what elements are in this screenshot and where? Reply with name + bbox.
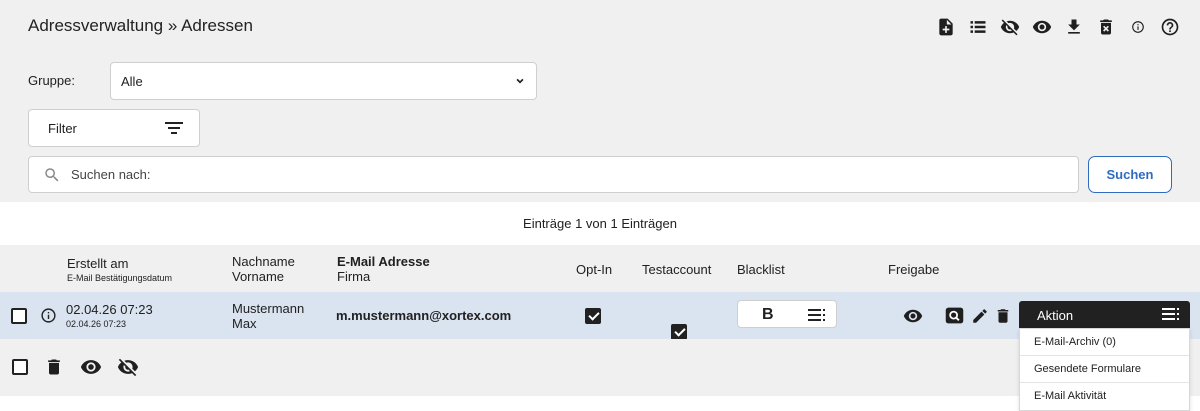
list-icon[interactable]	[966, 15, 990, 39]
menu-list-icon	[1162, 308, 1179, 320]
table-header: Erstellt am E-Mail Bestätigungsdatum Nac…	[0, 245, 1200, 292]
action-dropdown: E-Mail-Archiv (0) Gesendete Formulare E-…	[1019, 328, 1190, 411]
search-button[interactable]: Suchen	[1088, 156, 1172, 193]
delete-icon[interactable]	[1094, 15, 1118, 39]
info-icon[interactable]	[40, 307, 57, 324]
firstname: Max	[232, 316, 257, 331]
edit-icon[interactable]	[970, 306, 990, 326]
testaccount-checkbox[interactable]	[671, 324, 687, 340]
confirmed-date: 02.04.26 07:23	[66, 319, 127, 329]
filter-button-label: Filter	[48, 121, 77, 136]
col-created[interactable]: Erstellt am E-Mail Bestätigungsdatum	[67, 256, 172, 283]
top-panel: Adressverwaltung » Adressen Gruppe: Alle	[0, 0, 1200, 202]
group-select-value: Alle	[121, 74, 143, 89]
download-icon[interactable]	[1062, 15, 1086, 39]
col-created-label: Erstellt am	[67, 256, 129, 271]
bulk-trash-icon[interactable]	[44, 356, 64, 378]
eye-off-icon[interactable]	[998, 15, 1022, 39]
menu-item-email-activity[interactable]: E-Mail Aktivität	[1020, 383, 1189, 410]
cell-created: 02.04.26 07:23 02.04.26 07:23	[66, 303, 153, 331]
bulk-eye-icon[interactable]	[79, 355, 103, 379]
optin-checkbox[interactable]	[585, 308, 601, 324]
info-icon[interactable]	[1126, 15, 1150, 39]
menu-item-email-archive[interactable]: E-Mail-Archiv (0)	[1020, 329, 1189, 356]
cell-name: Mustermann Max	[232, 301, 304, 331]
col-company-label: Firma	[337, 269, 371, 284]
col-blacklist[interactable]: Blacklist	[737, 262, 785, 277]
group-select[interactable]: Alle	[110, 62, 537, 100]
eye-icon[interactable]	[903, 306, 923, 326]
search-input[interactable]	[71, 158, 1061, 191]
toolbar	[934, 15, 1190, 39]
col-freigabe[interactable]: Freigabe	[888, 262, 939, 277]
col-email[interactable]: E-Mail Adresse Firma	[337, 254, 430, 284]
select-all-checkbox[interactable]	[12, 359, 28, 375]
trash-icon[interactable]	[994, 306, 1012, 326]
page-title: Adressverwaltung » Adressen	[28, 16, 253, 35]
email: m.mustermann@xortex.com	[336, 308, 512, 323]
preview-search-icon[interactable]	[944, 305, 965, 326]
row-checkbox[interactable]	[11, 308, 27, 324]
entries-info: Einträge 1 von 1 Einträgen	[523, 216, 677, 231]
col-optin[interactable]: Opt-In	[576, 262, 612, 277]
blacklist-button[interactable]: B	[762, 306, 774, 324]
col-lastname-label: Nachname	[232, 254, 295, 269]
col-created-sub: E-Mail Bestätigungsdatum	[67, 273, 173, 283]
action-menu-label: Aktion	[1037, 308, 1074, 323]
bulk-eye-off-icon[interactable]	[116, 355, 140, 379]
action-menu-button[interactable]: Aktion	[1019, 301, 1190, 329]
lastname: Mustermann	[232, 301, 305, 316]
group-label: Gruppe:	[28, 73, 75, 88]
help-icon[interactable]	[1158, 15, 1182, 39]
blacklist-control[interactable]: B	[737, 300, 837, 328]
filter-icon	[165, 122, 183, 134]
col-name[interactable]: Nachname Vorname	[232, 254, 295, 284]
col-testaccount[interactable]: Testaccount	[642, 262, 711, 277]
search-box	[28, 156, 1079, 193]
created-date: 02.04.26 07:23	[66, 302, 153, 317]
menu-list-icon[interactable]	[808, 309, 826, 321]
col-email-label: E-Mail Adresse	[337, 254, 430, 269]
eye-icon[interactable]	[1030, 15, 1054, 39]
filter-button[interactable]: Filter	[28, 109, 200, 147]
chevron-down-icon	[516, 78, 524, 84]
search-icon	[45, 168, 59, 182]
col-firstname-label: Vorname	[232, 269, 285, 284]
new-document-icon[interactable]	[934, 15, 958, 39]
menu-item-sent-forms[interactable]: Gesendete Formulare	[1020, 356, 1189, 383]
